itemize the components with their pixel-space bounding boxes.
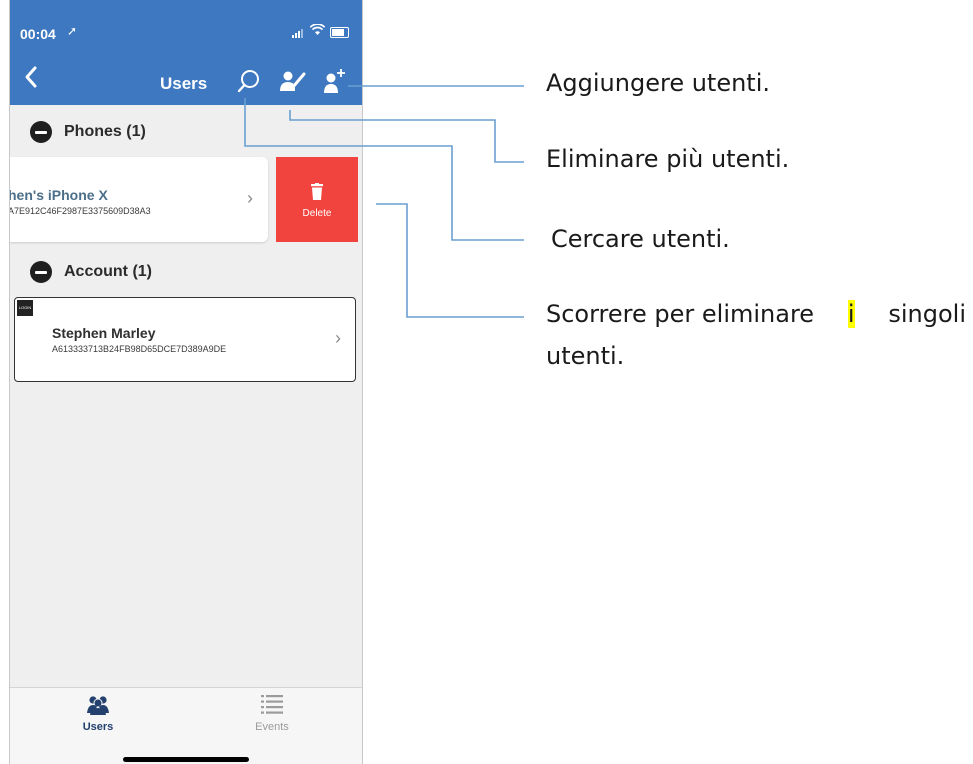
callout-swipe-text: Scorrere per eliminare <box>546 300 815 328</box>
callout-swipe-text-end: singoli <box>888 300 966 328</box>
callout-lines <box>244 85 524 318</box>
callout-search-users: Cercare utenti. <box>551 225 730 253</box>
callout-line-swipe <box>376 203 524 318</box>
callout-swipe-line1: Scorrere per eliminare i singoli <box>546 300 966 328</box>
callout-swipe-line2: utenti. <box>546 342 625 370</box>
callout-delete-multiple: Eliminare più utenti. <box>546 145 790 173</box>
callout-swipe-highlight: i <box>847 300 855 328</box>
callout-add-users: Aggiungere utenti. <box>546 69 771 97</box>
callout-line-multi-delete <box>289 110 524 163</box>
